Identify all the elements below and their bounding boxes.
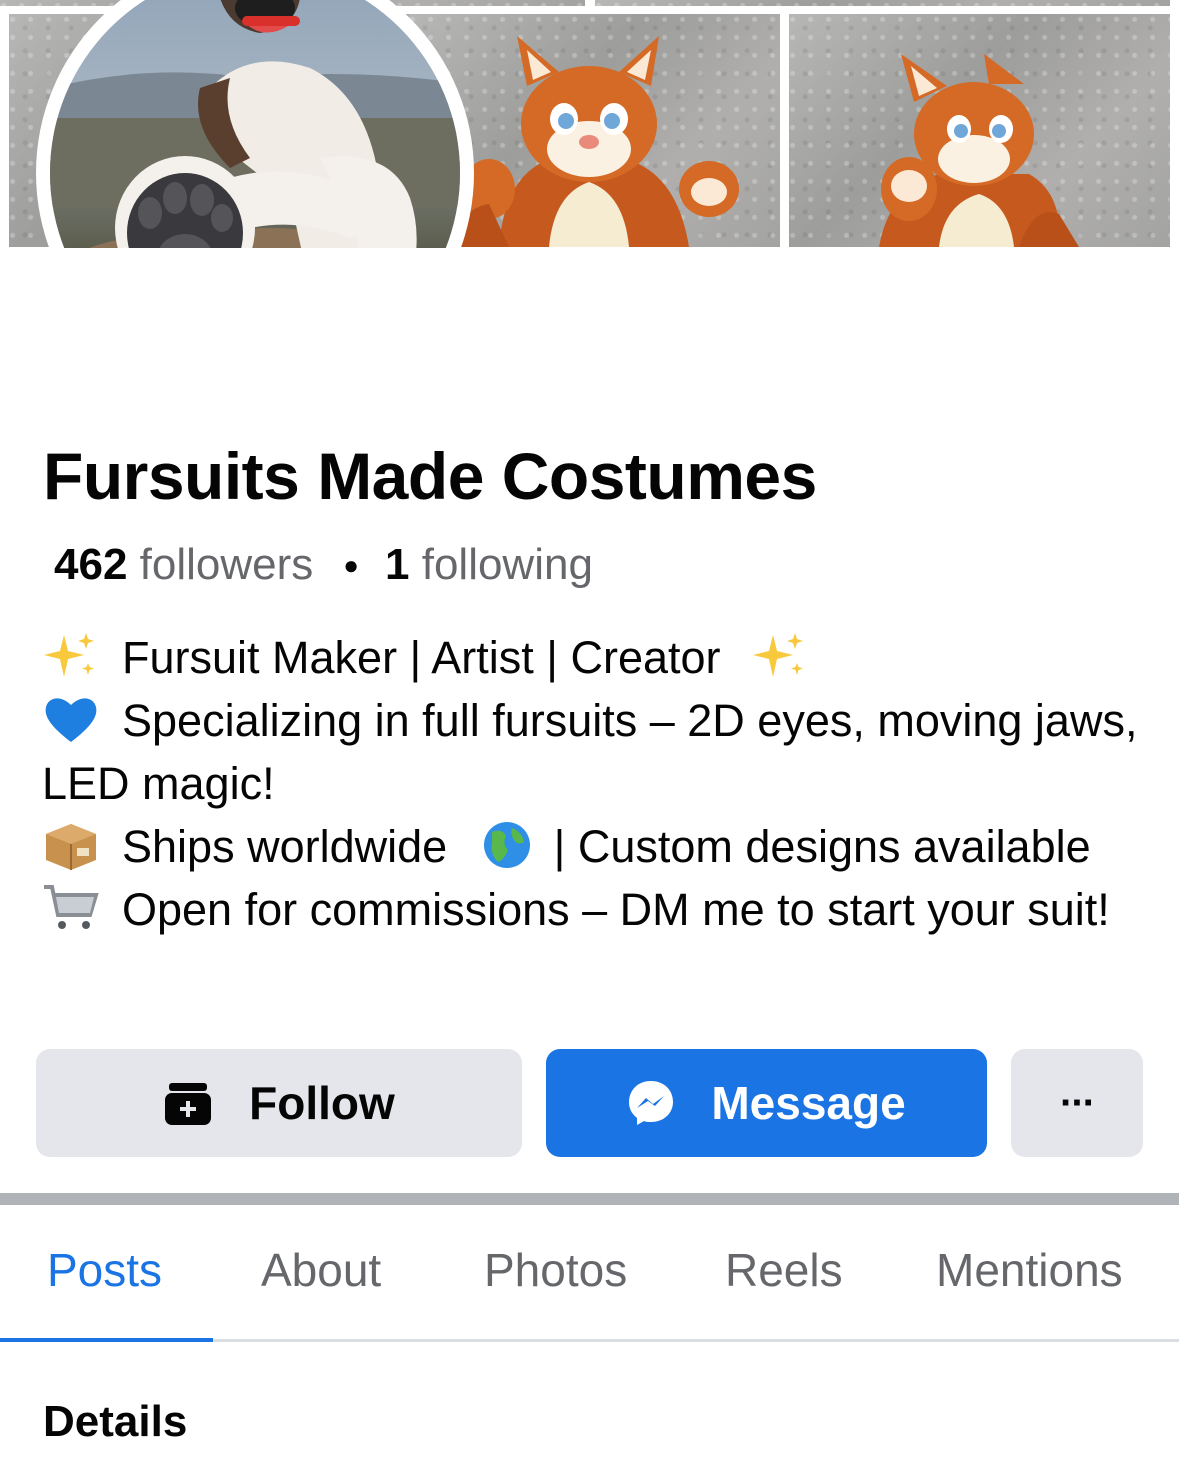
- message-button[interactable]: Message: [546, 1049, 987, 1157]
- message-label: Message: [711, 1077, 906, 1129]
- blue-heart-emoji-icon: [45, 698, 97, 742]
- following-count: 1: [385, 540, 410, 589]
- followers-label: followers: [139, 540, 314, 589]
- package-emoji-icon: [46, 824, 96, 870]
- profile-avatar[interactable]: [36, 0, 474, 248]
- following-link[interactable]: 1 following: [385, 540, 593, 590]
- page-title: Fursuits Made Costumes: [43, 439, 817, 513]
- section-divider: [0, 1193, 1179, 1205]
- followers-count: 462: [54, 540, 128, 589]
- globe-emoji-icon: [483, 822, 530, 868]
- follower-stats: 462 followers ● 1 following: [54, 540, 593, 590]
- bio-line-text: Ships worldwide: [122, 821, 448, 872]
- sparkles-emoji-icon: [44, 633, 94, 677]
- details-heading: Details: [43, 1397, 188, 1446]
- bio-line: Ships worldwide | Custom designs availab…: [42, 815, 1152, 878]
- bio-line: Open for commissions – DM me to start yo…: [42, 878, 1152, 941]
- cover-tile-fox-paw: [789, 14, 1170, 247]
- bio-line-text: Fursuit Maker | Artist | Creator: [122, 632, 721, 683]
- messenger-icon: [627, 1079, 675, 1127]
- separator-dot: ●: [343, 549, 359, 580]
- follow-button[interactable]: Follow: [36, 1049, 522, 1157]
- bio-line-text: Open for commissions – DM me to start yo…: [122, 884, 1110, 935]
- bio-line: Specializing in full fursuits – 2D eyes,…: [42, 689, 1152, 815]
- tab-photos[interactable]: Photos: [484, 1243, 627, 1297]
- cover-photo[interactable]: [0, 0, 1179, 248]
- tab-posts[interactable]: Posts: [47, 1243, 162, 1297]
- more-options-button[interactable]: ···: [1011, 1049, 1143, 1157]
- bio-line: Fursuit Maker | Artist | Creator: [42, 626, 1152, 689]
- bio-line-text: | Custom designs available: [553, 821, 1091, 872]
- cover-tile: [595, 0, 1170, 6]
- shopping-cart-emoji-icon: [44, 885, 99, 929]
- following-label: following: [421, 540, 593, 589]
- follow-label: Follow: [249, 1077, 395, 1129]
- more-icon: ···: [1060, 1080, 1096, 1125]
- bio-line-text: Specializing in full fursuits – 2D eyes,…: [42, 695, 1138, 809]
- wolf-fursuit-image: [50, 0, 460, 248]
- profile-bio: Fursuit Maker | Artist | Creator Special…: [42, 626, 1152, 941]
- followers-link[interactable]: 462 followers: [54, 540, 313, 590]
- tab-mentions[interactable]: Mentions: [936, 1243, 1123, 1297]
- tab-reels[interactable]: Reels: [725, 1243, 843, 1297]
- tab-about[interactable]: About: [261, 1243, 381, 1297]
- avatar-photo: [50, 0, 460, 248]
- follow-icon: [163, 1079, 213, 1127]
- sparkles-emoji-icon: [753, 633, 804, 677]
- active-tab-indicator: [0, 1338, 213, 1342]
- fox-fursuit-image: [879, 54, 1079, 247]
- profile-tabs: Posts About Photos Reels Mentions: [0, 1205, 1179, 1342]
